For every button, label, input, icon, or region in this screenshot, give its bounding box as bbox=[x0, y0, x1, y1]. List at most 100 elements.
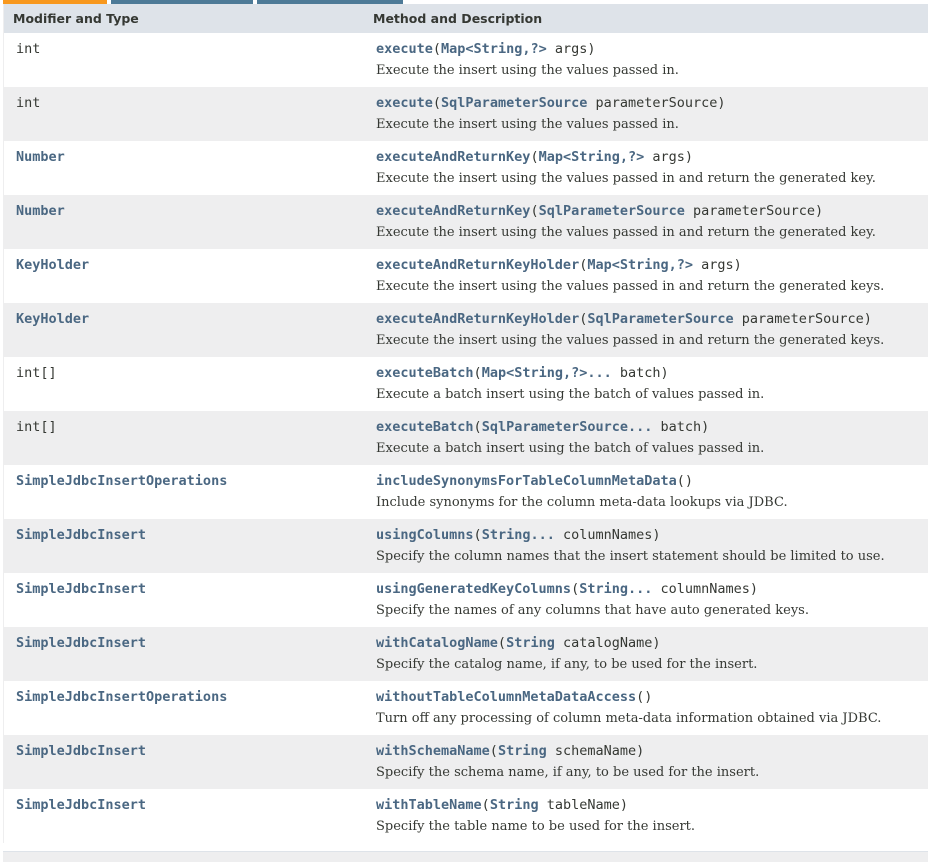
method-signature: execute(Map<String,?> args) bbox=[376, 40, 679, 58]
return-type-link[interactable]: SimpleJdbcInsert bbox=[16, 635, 146, 651]
close-paren: ) bbox=[684, 149, 694, 165]
method-signature: withTableName(String tableName) bbox=[376, 796, 695, 814]
param-type-link[interactable]: String bbox=[506, 635, 555, 651]
method-signature: includeSynonymsForTableColumnMetaData() bbox=[376, 472, 788, 490]
method-description: Specify the names of any columns that ha… bbox=[376, 603, 809, 618]
return-type-link[interactable]: SimpleJdbcInsert bbox=[16, 527, 146, 543]
table-row: SimpleJdbcInsertOperations withoutTableCo… bbox=[4, 681, 928, 735]
param-type-link[interactable]: SqlParameterSource... bbox=[482, 419, 653, 435]
method-signature: usingColumns(String... columnNames) bbox=[376, 526, 885, 544]
method-signature: withoutTableColumnMetaDataAccess() bbox=[376, 688, 881, 706]
method-cell: execute(Map<String,?> args) Execute the i… bbox=[363, 33, 679, 87]
open-paren: ( bbox=[481, 797, 490, 813]
open-paren: ( bbox=[473, 365, 482, 381]
param-name: parameterSource bbox=[595, 95, 718, 111]
param-name: args bbox=[701, 257, 734, 273]
return-type-cell: Number bbox=[4, 195, 363, 249]
return-type-link[interactable]: KeyHolder bbox=[16, 311, 89, 327]
method-signature: executeAndReturnKey(Map<String,?> args) bbox=[376, 148, 876, 166]
method-name-link[interactable]: includeSynonymsForTableColumnMetaData bbox=[376, 473, 677, 489]
method-name-link[interactable]: executeAndReturnKeyHolder bbox=[376, 311, 579, 327]
return-type-link[interactable]: Number bbox=[16, 203, 65, 219]
param-name: args bbox=[652, 149, 685, 165]
return-type: int bbox=[16, 41, 41, 57]
method-description: Execute a batch insert using the batch o… bbox=[376, 387, 765, 402]
method-cell: executeAndReturnKey(SqlParameterSource p… bbox=[363, 195, 876, 249]
return-type-link[interactable]: SimpleJdbcInsert bbox=[16, 797, 146, 813]
method-description: Specify the schema name, if any, to be u… bbox=[376, 765, 760, 780]
close-paren: ) bbox=[660, 365, 669, 381]
method-name-link[interactable]: withoutTableColumnMetaDataAccess bbox=[376, 689, 636, 705]
return-type-link[interactable]: SimpleJdbcInsert bbox=[16, 581, 146, 597]
param-name: args bbox=[554, 41, 588, 57]
param-type-link[interactable]: String... bbox=[579, 581, 652, 597]
method-description: Execute the insert using the values pass… bbox=[376, 171, 876, 186]
param-type-link[interactable]: String bbox=[498, 743, 547, 759]
method-name-link[interactable]: withSchemaName bbox=[376, 743, 490, 759]
method-name-link[interactable]: executeAndReturnKeyHolder bbox=[376, 257, 579, 273]
close-paren: ) bbox=[684, 473, 694, 489]
param-type-link[interactable]: String bbox=[490, 797, 539, 813]
param-type-link[interactable]: Map<String,?> bbox=[539, 149, 645, 165]
return-type-link[interactable]: SimpleJdbcInsertOperations bbox=[16, 473, 227, 489]
table-row: KeyHolder executeAndReturnKeyHolder(Map<S… bbox=[4, 249, 928, 303]
method-signature: executeBatch(Map<String,?>... batch) bbox=[376, 364, 764, 382]
open-paren: ( bbox=[497, 635, 507, 651]
param-name: parameterSource bbox=[693, 203, 815, 219]
method-name-link[interactable]: executeAndReturnKey bbox=[376, 149, 530, 165]
table-row: SimpleJdbcInsert withSchemaName(String sc… bbox=[4, 735, 928, 789]
param-name: schemaName bbox=[554, 743, 637, 759]
param-type-link[interactable]: SqlParameterSource bbox=[441, 95, 587, 111]
method-name-link[interactable]: executeBatch bbox=[376, 419, 474, 435]
return-type-cell: SimpleJdbcInsertOperations bbox=[4, 681, 363, 735]
method-name-link[interactable]: withCatalogName bbox=[376, 635, 498, 651]
close-paren: ) bbox=[814, 203, 824, 219]
method-name-link[interactable]: usingColumns bbox=[376, 527, 474, 543]
open-paren: ( bbox=[432, 95, 442, 111]
param-type-link[interactable]: SqlParameterSource bbox=[539, 203, 685, 219]
open-paren: ( bbox=[432, 41, 442, 57]
return-type: int[] bbox=[16, 365, 57, 381]
method-signature: withCatalogName(String catalogName) bbox=[376, 634, 757, 652]
method-description: Execute the insert using the values pass… bbox=[376, 63, 679, 78]
param-name: batch bbox=[619, 365, 661, 381]
param-name: parameterSource bbox=[741, 311, 864, 327]
method-cell: execute(SqlParameterSource parameterSour… bbox=[363, 87, 726, 141]
open-paren: ( bbox=[571, 581, 580, 597]
close-paren: ) bbox=[733, 257, 742, 273]
open-paren: ( bbox=[676, 473, 685, 489]
param-type-link[interactable]: Map<String,?>... bbox=[482, 365, 612, 381]
method-signature: executeBatch(SqlParameterSource... batch… bbox=[376, 418, 764, 436]
close-paren: ) bbox=[636, 743, 645, 759]
return-type-link[interactable]: Number bbox=[16, 149, 65, 165]
method-name-link[interactable]: executeBatch bbox=[376, 365, 474, 381]
method-name-link[interactable]: usingGeneratedKeyColumns bbox=[376, 581, 571, 597]
method-cell: withTableName(String tableName) Specify t… bbox=[363, 789, 695, 843]
method-name-link[interactable]: withTableName bbox=[376, 797, 482, 813]
open-paren: ( bbox=[530, 203, 539, 219]
method-name-link[interactable]: execute bbox=[376, 95, 433, 111]
table-row: Number executeAndReturnKey(SqlParameterSo… bbox=[4, 195, 928, 249]
open-paren: ( bbox=[473, 527, 482, 543]
return-type-link[interactable]: SimpleJdbcInsertOperations bbox=[16, 689, 227, 705]
param-type-link[interactable]: SqlParameterSource bbox=[587, 311, 733, 327]
method-name-link[interactable]: execute bbox=[376, 41, 433, 57]
return-type-link[interactable]: KeyHolder bbox=[16, 257, 89, 273]
param-type-link[interactable]: Map<String,?> bbox=[441, 41, 547, 57]
method-cell: executeAndReturnKey(Map<String,?> args) E… bbox=[363, 141, 876, 195]
param-type-link[interactable]: String... bbox=[482, 527, 555, 543]
method-description: Execute the insert using the values pass… bbox=[376, 333, 885, 348]
param-name: tableName bbox=[546, 797, 620, 813]
return-type-cell: KeyHolder bbox=[4, 249, 363, 303]
return-type-cell: int bbox=[4, 87, 363, 141]
return-type-cell: int[] bbox=[4, 411, 363, 465]
method-cell: withoutTableColumnMetaDataAccess() Turn o… bbox=[363, 681, 881, 735]
param-type-link[interactable]: Map<String,?> bbox=[587, 257, 693, 273]
return-type-cell: SimpleJdbcInsert bbox=[4, 735, 363, 789]
return-type-cell: int[] bbox=[4, 357, 363, 411]
close-paren: ) bbox=[652, 635, 661, 651]
method-name-link[interactable]: executeAndReturnKey bbox=[376, 203, 530, 219]
return-type-link[interactable]: SimpleJdbcInsert bbox=[16, 743, 146, 759]
close-paren: ) bbox=[717, 95, 726, 111]
method-rows: int execute(Map<String,?> args) Execute th… bbox=[4, 33, 928, 843]
